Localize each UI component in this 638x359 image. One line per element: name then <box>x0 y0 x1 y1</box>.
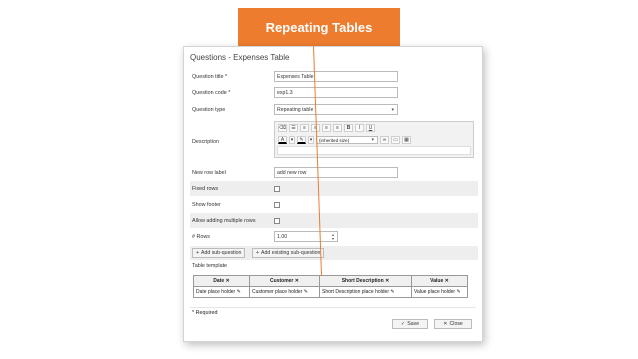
numbered-list-icon[interactable]: ≡ <box>300 124 309 132</box>
description-text-area[interactable] <box>277 146 471 155</box>
plus-icon: + <box>256 250 260 256</box>
question-title-input[interactable]: Expenses Table <box>274 71 398 82</box>
add-existing-label: Add existing sub-question <box>261 250 321 256</box>
column-header-label: Value <box>430 278 444 284</box>
table-template-label: Table template <box>192 263 228 269</box>
question-code-input[interactable]: exp1.3 <box>274 87 398 98</box>
rows-stepper[interactable]: 1.00 ▴ ▾ <box>274 231 338 242</box>
question-type-select[interactable]: Repeating table ▾ <box>274 104 398 115</box>
row-new-row-label: New row label add new row <box>190 165 478 180</box>
title-banner: Repeating Tables <box>238 8 400 46</box>
table-cell-value[interactable]: Value place holder ✎ <box>411 286 468 298</box>
add-existing-sub-question-button[interactable]: + Add existing sub-question <box>252 248 325 258</box>
fixed-rows-checkbox[interactable] <box>274 185 280 192</box>
clear-format-icon[interactable]: ⌫ <box>278 124 287 132</box>
new-row-label-label: New row label <box>192 169 226 176</box>
save-button[interactable]: ✓ Save <box>392 319 428 329</box>
close-icon: ✕ <box>443 321 448 327</box>
question-type-value: Repeating table <box>277 106 314 113</box>
image-icon[interactable]: ▭ <box>391 136 400 144</box>
link-icon[interactable]: ∞ <box>380 136 389 144</box>
align-right-icon[interactable]: ≡ <box>333 124 342 132</box>
show-footer-checkbox[interactable] <box>274 201 280 208</box>
row-add-buttons: + Add sub-question + Add existing sub-qu… <box>190 246 478 260</box>
plus-icon: + <box>196 250 200 256</box>
align-center-icon[interactable]: ≡ <box>322 124 331 132</box>
close-button[interactable]: ✕ Close <box>434 319 472 329</box>
table-icon[interactable]: ▦ <box>402 136 411 144</box>
cell-placeholder: Short Description place holder <box>322 289 389 295</box>
row-table-template-label: Table template <box>190 261 478 271</box>
close-icon[interactable]: ✕ <box>385 278 389 284</box>
check-icon: ✓ <box>400 321 406 327</box>
description-label: Description <box>192 138 219 145</box>
editor-toolbar-row-1: ⌫ ☰ ≡ ≡ ≡ ≡ B I U <box>275 122 473 134</box>
fixed-rows-label: Fixed rows <box>192 185 219 192</box>
add-sub-question-label: Add sub-question <box>201 250 242 256</box>
table-header-row: Date ✕ Customer ✕ Short Description ✕ Va… <box>193 275 468 287</box>
rows-value: 1.00 <box>277 233 288 240</box>
question-dialog: Questions - Expenses Table Question titl… <box>183 46 483 342</box>
pencil-icon[interactable]: ✎ <box>304 289 308 295</box>
font-size-value: (inherited size) <box>319 137 350 143</box>
pencil-icon[interactable]: ✎ <box>237 289 241 295</box>
show-footer-label: Show footer <box>192 201 221 208</box>
rows-label: # Rows <box>192 233 210 240</box>
underline-icon[interactable]: U <box>366 124 375 132</box>
stepper-arrows-icon[interactable]: ▴ ▾ <box>332 232 334 241</box>
close-icon[interactable]: ✕ <box>445 278 449 284</box>
chevron-down-icon: ▾ <box>371 137 374 143</box>
bold-icon[interactable]: B <box>344 124 353 132</box>
column-header-label: Short Description <box>341 278 384 284</box>
column-header-label: Date <box>213 278 225 284</box>
dropdown-arrow-icon[interactable]: ▾ <box>308 136 314 144</box>
close-icon[interactable]: ✕ <box>226 278 230 284</box>
required-note: * Required <box>192 310 218 316</box>
row-question-code: Question code * exp1.3 <box>190 85 478 100</box>
row-fixed-rows: Fixed rows <box>190 181 478 196</box>
template-table: Date ✕ Customer ✕ Short Description ✕ Va… <box>193 275 468 298</box>
text-color-icon[interactable]: A <box>278 136 287 144</box>
description-editor: ⌫ ☰ ≡ ≡ ≡ ≡ B I U A ▾ ✎ ▾ (inherited siz… <box>274 121 474 158</box>
font-size-select[interactable]: (inherited size) ▾ <box>316 136 378 144</box>
pencil-icon[interactable]: ✎ <box>390 289 394 295</box>
row-allow-multiple: Allow adding multiple rows <box>190 213 478 228</box>
editor-toolbar-row-2: A ▾ ✎ ▾ (inherited size) ▾ ∞ ▭ ▦ <box>275 134 473 146</box>
new-row-label-input[interactable]: add new row <box>274 167 398 178</box>
column-header-customer[interactable]: Customer ✕ <box>249 275 320 287</box>
row-question-title: Question title * Expenses Table <box>190 69 478 84</box>
cell-placeholder: Customer place holder <box>252 289 303 295</box>
dropdown-arrow-icon[interactable]: ▾ <box>289 136 295 144</box>
close-icon[interactable]: ✕ <box>295 278 299 284</box>
row-number-rows: # Rows 1.00 ▴ ▾ <box>190 229 478 244</box>
row-question-type: Question type Repeating table ▾ <box>190 102 478 117</box>
allow-multiple-checkbox[interactable] <box>274 217 280 224</box>
question-type-label: Question type <box>192 106 226 113</box>
table-cell-short-description[interactable]: Short Description place holder ✎ <box>319 286 412 298</box>
table-cell-customer[interactable]: Customer place holder ✎ <box>249 286 320 298</box>
add-sub-question-button[interactable]: + Add sub-question <box>192 248 246 258</box>
cell-placeholder: Date place holder <box>196 289 236 295</box>
dialog-title: Questions - Expenses Table <box>190 53 290 62</box>
question-title-label: Question title * <box>192 73 228 80</box>
cell-placeholder: Value place holder <box>414 289 456 295</box>
column-header-date[interactable]: Date ✕ <box>193 275 250 287</box>
highlight-color-icon[interactable]: ✎ <box>297 136 306 144</box>
column-header-label: Customer <box>270 278 294 284</box>
close-label: Close <box>449 321 463 327</box>
column-header-value[interactable]: Value ✕ <box>411 275 468 287</box>
allow-multiple-label: Allow adding multiple rows <box>192 217 256 224</box>
row-show-footer: Show footer <box>190 197 478 212</box>
table-row: Date place holder ✎ Customer place holde… <box>193 286 468 298</box>
table-cell-date[interactable]: Date place holder ✎ <box>193 286 250 298</box>
question-code-label: Question code * <box>192 89 231 96</box>
bullet-list-icon[interactable]: ☰ <box>289 124 298 132</box>
pencil-icon[interactable]: ✎ <box>456 289 460 295</box>
italic-icon[interactable]: I <box>355 124 364 132</box>
footer-divider <box>190 307 476 308</box>
save-label: Save <box>407 321 420 327</box>
column-header-short-description[interactable]: Short Description ✕ <box>319 275 412 287</box>
chevron-down-icon: ▾ <box>391 106 394 113</box>
